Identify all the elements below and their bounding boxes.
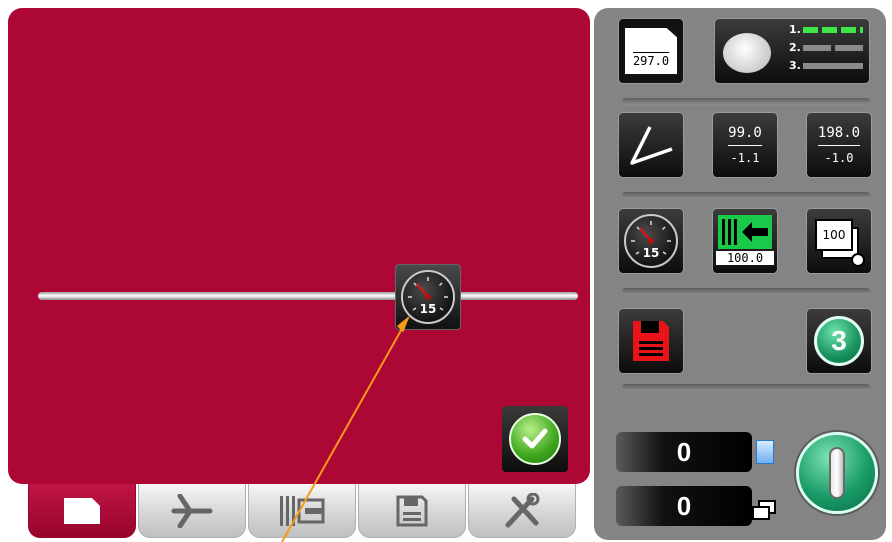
feed-icon xyxy=(280,495,325,526)
power-icon xyxy=(829,447,845,499)
tab-fold[interactable] xyxy=(138,484,246,538)
speedometer-icon: 15 xyxy=(624,214,678,268)
bottom-tab-bar xyxy=(28,484,576,538)
divider xyxy=(622,288,870,295)
divider xyxy=(622,98,870,105)
roller-stage-1-bar xyxy=(803,27,863,33)
fold-icon xyxy=(630,126,673,165)
sheet-length-button[interactable]: 297.0 xyxy=(618,18,684,84)
clock-icon xyxy=(851,253,865,267)
feed-arrow-icon xyxy=(718,215,772,249)
fold-position-2-offset: -1.0 xyxy=(824,150,854,165)
document-icon xyxy=(64,497,100,524)
divider xyxy=(622,384,870,391)
document-icon: 297.0 xyxy=(625,28,677,74)
tab-tools[interactable] xyxy=(468,484,576,538)
stack-timer-icon: 100 xyxy=(811,213,867,269)
fold-icon xyxy=(171,493,213,528)
tab-save[interactable] xyxy=(358,484,466,538)
stack-counter: 0 xyxy=(616,486,752,526)
sheet-length-value: 297.0 xyxy=(632,52,670,68)
fold-position-2-button[interactable]: 198.0 -1.0 xyxy=(806,112,872,178)
feed-indicator: 100.0 xyxy=(716,213,774,269)
speed-value: 15 xyxy=(642,246,660,260)
fold-position-1-button[interactable]: 99.0 -1.1 xyxy=(712,112,778,178)
roller-diagram: 1. 2. 3. xyxy=(717,21,867,81)
document-icon xyxy=(756,440,774,464)
fold-position-1-value: 99.0 xyxy=(728,124,762,146)
wrench-screwdriver-icon xyxy=(505,492,540,527)
feed-button[interactable]: 100.0 xyxy=(712,208,778,274)
fold-position-1-offset: -1.1 xyxy=(730,150,760,165)
speedometer-icon: 15 xyxy=(401,270,455,324)
confirm-button[interactable] xyxy=(502,406,568,472)
stack-count-button[interactable]: 100 xyxy=(806,208,872,274)
fold-position-2-value: 198.0 xyxy=(817,124,861,146)
feed-value: 100.0 xyxy=(716,251,774,265)
speed-slider-handle[interactable]: 15 xyxy=(395,264,461,330)
checkmark-icon xyxy=(509,413,561,465)
roller-stage-2-label: 2. xyxy=(789,41,801,54)
program-number: 3 xyxy=(814,316,864,366)
floppy-disk-icon xyxy=(396,495,428,526)
fold-type-button[interactable] xyxy=(618,112,684,178)
speed-slider-track[interactable] xyxy=(38,292,578,300)
program-number-button[interactable]: 3 xyxy=(806,308,872,374)
machine-screen: 15 297.0 1. 2. 3. 99.0 -1.1 198.0 -1.0 1… xyxy=(0,0,892,542)
save-program-button[interactable] xyxy=(618,308,684,374)
sheet-counter: 0 xyxy=(616,432,752,472)
roller-stage-3-bar xyxy=(803,63,863,69)
tab-sheet[interactable] xyxy=(28,484,136,538)
roller-stage-3-label: 3. xyxy=(789,59,801,72)
roller-stage-2-bar xyxy=(803,45,863,51)
floppy-disk-icon xyxy=(633,321,669,361)
roller-settings-button[interactable]: 1. 2. 3. xyxy=(714,18,870,84)
stack-value: 100 xyxy=(815,219,853,251)
divider xyxy=(622,192,870,199)
tab-feed[interactable] xyxy=(248,484,356,538)
stack-icon xyxy=(752,500,778,520)
speed-button[interactable]: 15 xyxy=(618,208,684,274)
roller-icon xyxy=(723,33,771,73)
roller-stage-1-label: 1. xyxy=(789,23,801,36)
start-button[interactable] xyxy=(796,432,878,514)
speed-value: 15 xyxy=(419,302,437,316)
